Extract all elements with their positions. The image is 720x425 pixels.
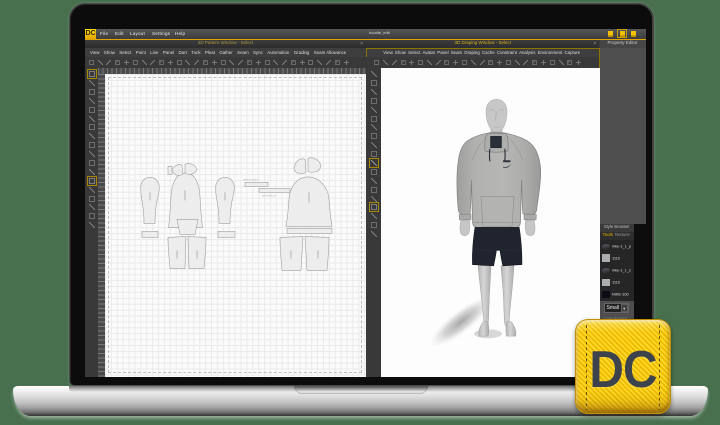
- svg-text:waistband: waistband: [262, 193, 276, 197]
- svg-text:nike-hoodie: nike-hoodie: [243, 177, 259, 181]
